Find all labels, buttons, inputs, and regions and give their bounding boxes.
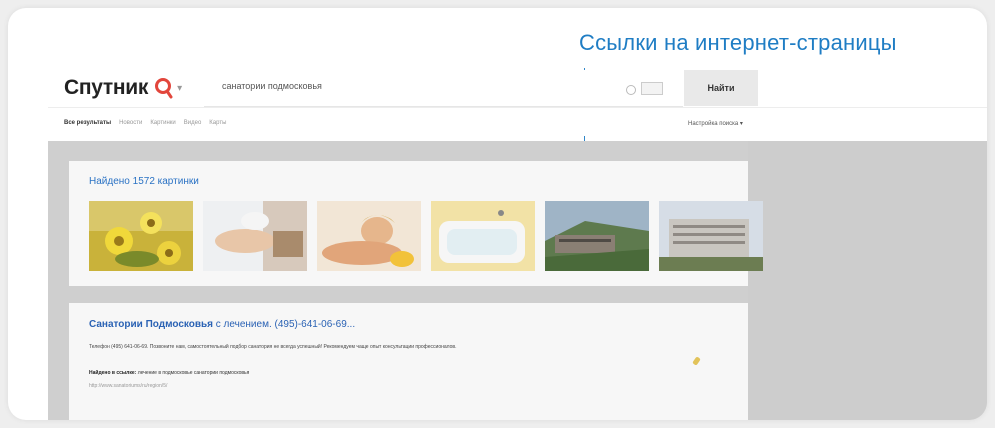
logo[interactable]: Спутник ▾ <box>64 76 182 100</box>
tab-news[interactable]: Новости <box>119 120 142 126</box>
result-url[interactable]: http://www.sanatoriums/ru/region/5/ <box>89 383 167 389</box>
search-header: Спутник ▾ санатории подмосковья Найти Вс… <box>8 70 987 136</box>
logo-caret-icon[interactable]: ▾ <box>177 83 182 94</box>
search-magnifier-icon <box>154 76 174 100</box>
tab-all-results[interactable]: Все результаты <box>64 120 111 126</box>
keyboard-icon[interactable] <box>641 82 663 95</box>
callout-label: Ссылки на интернет-страницы <box>579 30 897 55</box>
images-panel-title[interactable]: Найдено 1572 картинки <box>89 176 199 187</box>
tab-images[interactable]: Картинки <box>150 120 175 126</box>
result-found-in-link: Найдено в ссылке: лечение в подмосковье … <box>89 370 249 376</box>
logo-text: Спутник <box>64 76 149 99</box>
found-text: лечение в подмосковье санатории подмоско… <box>136 370 250 376</box>
result-title-bold: Санатории Подмосковья <box>89 319 213 330</box>
search-input[interactable]: санатории подмосковья <box>204 70 683 107</box>
bookmark-icon[interactable] <box>692 356 701 366</box>
result-snippet: Телефон (495) 641-06-69. Позвоните нам, … <box>89 344 457 350</box>
result-title-rest: с лечением. (495)-641-06-69... <box>213 319 356 330</box>
images-panel: Найдено 1572 картинки <box>69 161 763 286</box>
tab-video[interactable]: Видео <box>184 120 202 126</box>
voice-search-icon[interactable] <box>626 85 636 95</box>
search-settings-link[interactable]: Настройка поиска ▾ <box>688 120 743 127</box>
header-divider <box>48 107 987 108</box>
thumbnail-image[interactable] <box>317 201 421 271</box>
thumbnail-image[interactable] <box>89 201 193 271</box>
thumbnail-image[interactable] <box>431 201 535 271</box>
search-query: санатории подмосковья <box>222 81 322 91</box>
thumbnail-image[interactable] <box>659 201 763 271</box>
results-area: Найдено 1572 картинки Санатории Подмоско… <box>48 141 987 420</box>
tab-maps[interactable]: Карты <box>209 120 226 126</box>
found-prefix: Найдено в ссылке: <box>89 370 137 376</box>
search-button[interactable]: Найти <box>684 70 758 106</box>
right-sidebar <box>748 141 987 420</box>
search-result: Санатории Подмосковья с лечением. (495)-… <box>69 303 748 420</box>
thumbnail-image[interactable] <box>545 201 649 271</box>
slide-card: Ссылки на интернет-страницы Спутник ▾ са… <box>8 8 987 420</box>
search-tabs: Все результаты Новости Картинки Видео Ка… <box>64 120 226 126</box>
thumbnail-image[interactable] <box>203 201 307 271</box>
result-title-link[interactable]: Санатории Подмосковья с лечением. (495)-… <box>89 319 355 330</box>
